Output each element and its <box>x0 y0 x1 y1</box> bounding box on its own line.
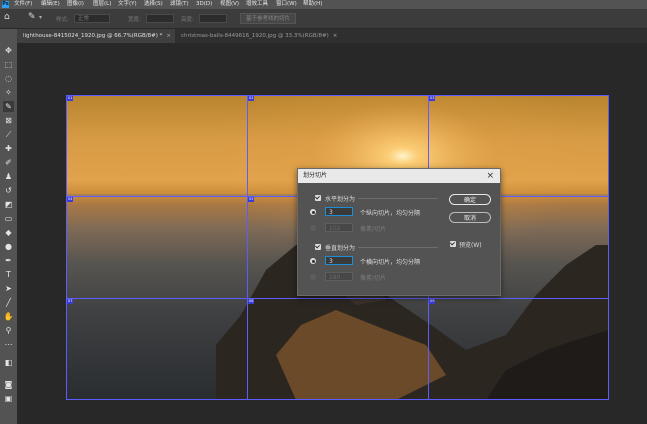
hand-tool-icon[interactable]: ✋ <box>3 311 14 322</box>
menu-view[interactable]: 视图(V) <box>220 1 239 8</box>
slice-tag: 05 <box>248 197 255 202</box>
move-tool-icon[interactable]: ✥ <box>3 45 14 56</box>
tab-label: christmas-balls-8449616_1920.jpg @ 33.3%… <box>181 33 329 39</box>
style-select[interactable]: 正常 <box>74 14 110 23</box>
magic-wand-icon[interactable]: ✧ <box>3 87 14 98</box>
horizontal-count-suffix: 个纵向切片，均匀分隔 <box>360 210 421 217</box>
photoshop-logo-icon[interactable]: Ps <box>2 1 9 8</box>
gradient-tool-icon[interactable]: ▭ <box>3 213 14 224</box>
menu-window[interactable]: 窗口(W) <box>276 1 297 8</box>
marquee-tool-icon[interactable]: ⬚ <box>3 59 14 70</box>
menu-file[interactable]: 文件(F) <box>14 1 32 8</box>
brush-tool-icon[interactable]: ✐ <box>3 157 14 168</box>
slice-tag: 07 <box>67 299 74 304</box>
tools-panel: ✥ ⬚ ◌ ✧ ✎ ⊠ ⟋ ✚ ✐ ♟ ↺ ◩ ▭ ◆ ● ✒ T ➤ ╱ ✋ … <box>0 29 18 424</box>
menu-image[interactable]: 图像(I) <box>67 1 84 8</box>
slice-tag: 02 <box>248 96 255 101</box>
vertical-divide-checkbox[interactable] <box>315 244 321 250</box>
slice-tag: 09 <box>429 299 436 304</box>
tab-label: lighthouse-8415024_1920.jpg @ 66.7%(RGB/… <box>23 33 163 39</box>
eraser-tool-icon[interactable]: ◩ <box>3 199 14 210</box>
width-field[interactable] <box>146 14 174 23</box>
options-bar: ⌂ ✎ ▾ 样式: 正常 宽度: 高度: 基于参考线的切片 <box>0 9 647 29</box>
healing-brush-icon[interactable]: ✚ <box>3 143 14 154</box>
horizontal-pixel-suffix: 像素/切片 <box>360 226 387 233</box>
document-tab-bar: lighthouse-8415024_1920.jpg @ 66.7%(RGB/… <box>17 29 647 43</box>
menu-plugins[interactable]: 增效工具 <box>246 1 268 8</box>
tab-lighthouse[interactable]: lighthouse-8415024_1920.jpg @ 66.7%(RGB/… <box>17 29 175 43</box>
frame-tool-icon[interactable]: ⊠ <box>3 115 14 126</box>
color-swatches-icon[interactable]: ◧ <box>3 357 14 368</box>
home-icon[interactable]: ⌂ <box>4 12 10 22</box>
horizontal-pixel-radio[interactable] <box>310 225 316 231</box>
line-tool-icon[interactable]: ╱ <box>3 297 14 308</box>
dialog-titlebar[interactable]: 划分切片 × <box>298 169 500 183</box>
screen-mode-icon[interactable]: ▣ <box>3 393 14 404</box>
menu-3d[interactable]: 3D(D) <box>196 1 212 8</box>
slice-tag: 04 <box>67 197 74 202</box>
menu-type[interactable]: 文字(Y) <box>118 1 137 8</box>
eyedropper-icon[interactable]: ⟋ <box>3 129 14 140</box>
history-brush-icon[interactable]: ↺ <box>3 185 14 196</box>
quick-mask-icon[interactable]: ◙ <box>3 379 14 390</box>
slice-tag: 08 <box>248 299 255 304</box>
menu-edit[interactable]: 编辑(E) <box>41 1 60 8</box>
zoom-tool-icon[interactable]: ⚲ <box>3 325 14 336</box>
height-label: 高度: <box>181 17 194 23</box>
slice-tag: 03 <box>429 96 436 101</box>
slice-tool-icon[interactable]: ✎ <box>3 101 14 112</box>
horizontal-count-input[interactable]: 3 <box>325 207 353 216</box>
group-divider <box>358 247 438 248</box>
vertical-divide-label: 垂直划分为 <box>325 245 356 252</box>
menu-layer[interactable]: 图层(L) <box>93 1 111 8</box>
stamp-tool-icon[interactable]: ♟ <box>3 171 14 182</box>
menu-filter[interactable]: 滤镜(T) <box>170 1 189 8</box>
divide-slice-dialog: 划分切片 × 水平划分为 3 个纵向切片，均匀分隔 102 像素/切片 垂直划分… <box>297 168 501 296</box>
dialog-title: 划分切片 <box>303 172 328 179</box>
horizontal-divide-checkbox[interactable] <box>315 195 321 201</box>
path-selection-icon[interactable]: ➤ <box>3 283 14 294</box>
horizontal-count-radio[interactable] <box>310 209 316 215</box>
menu-help[interactable]: 帮助(H) <box>303 1 322 8</box>
ok-button[interactable]: 确定 <box>449 194 491 205</box>
close-icon[interactable]: × <box>333 33 338 39</box>
more-tools-icon[interactable]: ⋯ <box>3 339 14 350</box>
style-label: 样式: <box>56 17 69 23</box>
group-divider <box>358 198 438 199</box>
height-field[interactable] <box>199 14 227 23</box>
preview-checkbox[interactable] <box>450 241 456 247</box>
vertical-count-input[interactable]: 3 <box>325 256 353 265</box>
slices-from-guides-button[interactable]: 基于参考线的切片 <box>240 13 297 24</box>
vertical-pixel-input[interactable]: 180 <box>325 272 353 281</box>
vertical-count-suffix: 个横向切片，均匀分隔 <box>360 259 421 266</box>
lasso-tool-icon[interactable]: ◌ <box>3 73 14 84</box>
slice-tag: 01 <box>67 96 74 101</box>
vertical-count-radio[interactable] <box>310 258 316 264</box>
menu-bar: Ps 文件(F) 编辑(E) 图像(I) 图层(L) 文字(Y) 选择(S) 滤… <box>0 0 647 9</box>
horizontal-divide-label: 水平划分为 <box>325 196 356 203</box>
type-tool-icon[interactable]: T <box>3 269 14 280</box>
tab-christmas-balls[interactable]: christmas-balls-8449616_1920.jpg @ 33.3%… <box>175 29 350 43</box>
blur-tool-icon[interactable]: ◆ <box>3 227 14 238</box>
slice-tool-preset-icon[interactable]: ✎ <box>28 12 36 22</box>
close-icon[interactable]: × <box>166 33 171 39</box>
preview-label: 预览(W) <box>459 242 482 249</box>
vertical-pixel-suffix: 像素/切片 <box>360 275 387 282</box>
chevron-down-icon[interactable]: ▾ <box>39 14 42 21</box>
menu-select[interactable]: 选择(S) <box>144 1 163 8</box>
close-icon[interactable]: × <box>486 169 494 183</box>
pen-tool-icon[interactable]: ✒ <box>3 255 14 266</box>
horizontal-pixel-input[interactable]: 102 <box>325 223 353 232</box>
dodge-tool-icon[interactable]: ● <box>3 241 14 252</box>
width-label: 宽度: <box>128 17 141 23</box>
cancel-button[interactable]: 取消 <box>449 212 491 223</box>
vertical-pixel-radio[interactable] <box>310 274 316 280</box>
